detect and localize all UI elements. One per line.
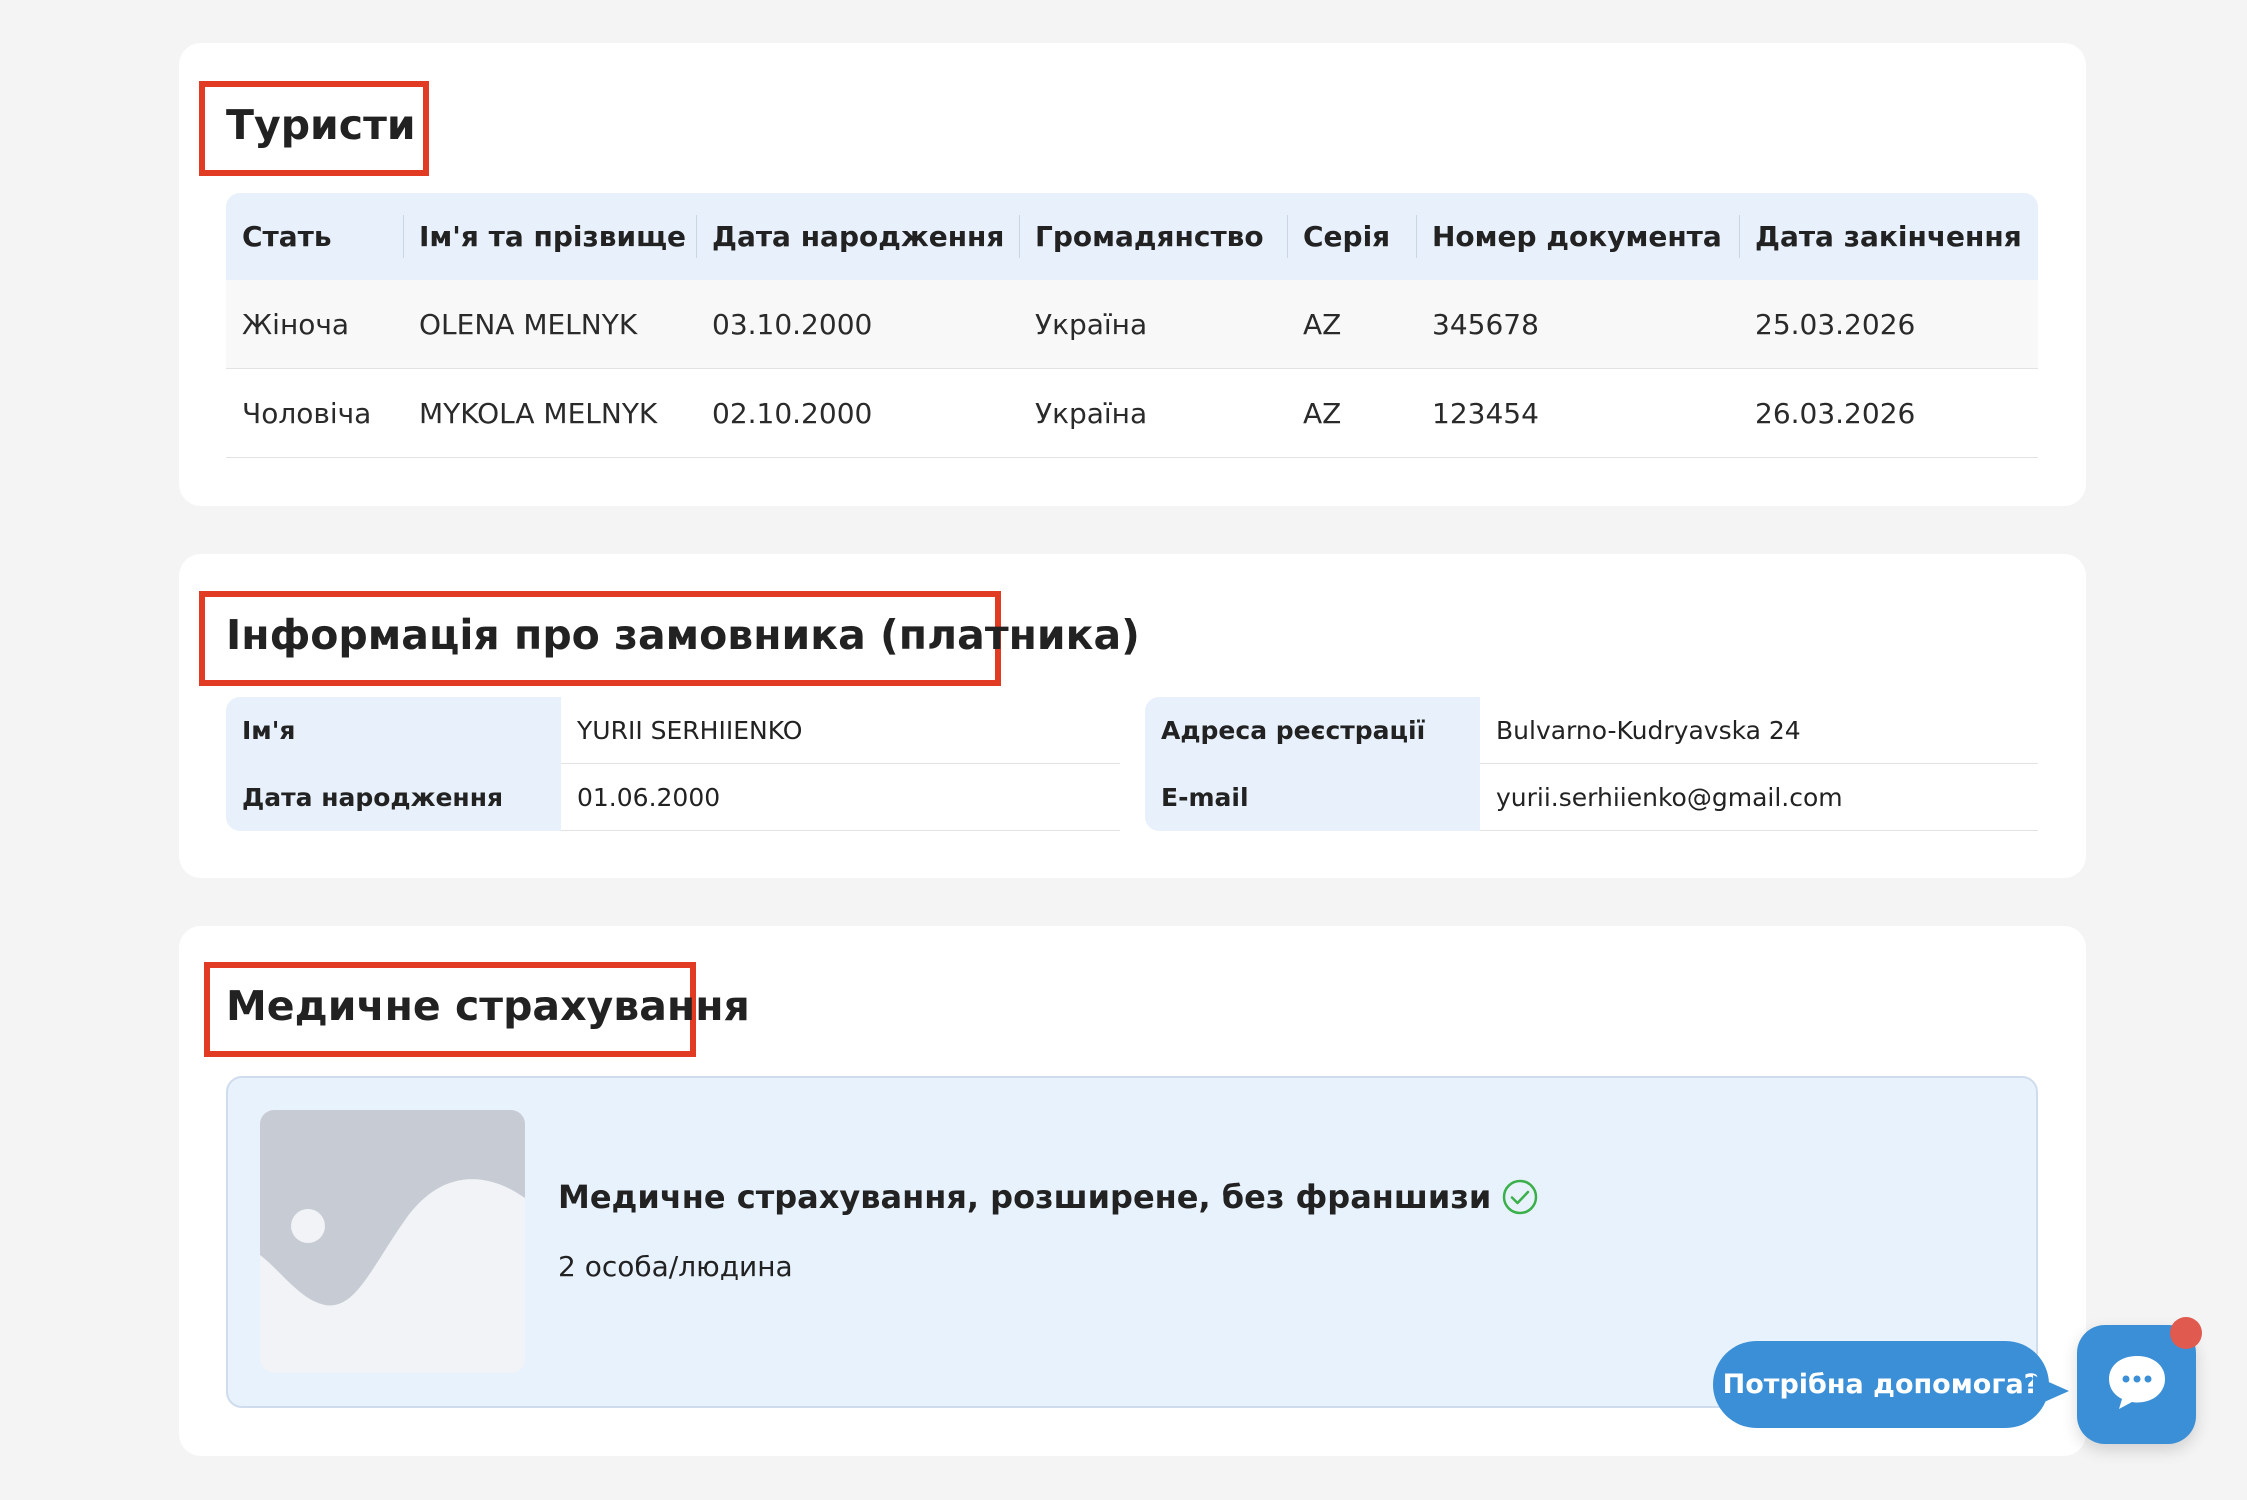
- tourists-card: Туристи Стать Ім'я та прізвище Дата наро…: [179, 43, 2086, 506]
- cell-series: AZ: [1287, 368, 1416, 458]
- cell-birthdate: 02.10.2000: [696, 368, 1019, 458]
- cell-name: MYKOLA MELNYK: [403, 368, 696, 458]
- payer-info-title: Інформація про замовника (платника): [226, 611, 1140, 659]
- info-row-name: Ім'я YURII SERHIIENKO: [226, 697, 1120, 764]
- info-value: 01.06.2000: [561, 764, 1120, 831]
- column-header-series: Серія: [1287, 193, 1416, 280]
- table-row: Жіноча OLENA MELNYK 03.10.2000 Україна A…: [226, 280, 2038, 369]
- product-name: Медичне страхування, розширене, без фран…: [558, 1178, 1492, 1216]
- payer-info-card: Інформація про замовника (платника) Ім'я…: [179, 554, 2086, 878]
- cell-gender: Жіноча: [226, 280, 403, 369]
- cell-expiry-date: 25.03.2026: [1739, 280, 2038, 369]
- column-header-expiry-date: Дата закінчення: [1739, 193, 2038, 280]
- chat-bubble-icon: [2105, 1352, 2169, 1417]
- info-row-address: Адреса реєстрації Bulvarno-Kudryavska 24: [1145, 697, 2038, 764]
- payer-info-right: Адреса реєстрації Bulvarno-Kudryavska 24…: [1145, 697, 2038, 831]
- help-button[interactable]: Потрібна допомога?: [1713, 1341, 2049, 1428]
- cell-series: AZ: [1287, 280, 1416, 369]
- info-row-email: E-mail yurii.serhiienko@gmail.com: [1145, 764, 2038, 831]
- help-pill-tail: [2033, 1375, 2069, 1407]
- cell-citizenship: Україна: [1019, 368, 1287, 458]
- notification-badge: [2170, 1317, 2202, 1349]
- cell-birthdate: 03.10.2000: [696, 280, 1019, 369]
- column-header-gender: Стать: [226, 193, 403, 280]
- column-header-name: Ім'я та прізвище: [403, 193, 696, 280]
- cell-document-number: 345678: [1416, 280, 1739, 369]
- tourists-title: Туристи: [226, 101, 416, 149]
- check-circle-icon: [1501, 1178, 1539, 1216]
- tourists-table: Стать Ім'я та прізвище Дата народження Г…: [226, 193, 2038, 458]
- table-header-row: Стать Ім'я та прізвище Дата народження Г…: [226, 193, 2038, 280]
- insurance-title: Медичне страхування: [226, 982, 750, 1030]
- info-label: Адреса реєстрації: [1145, 697, 1480, 764]
- payer-info-left: Ім'я YURII SERHIIENKO Дата народження 01…: [226, 697, 1120, 831]
- product-image-placeholder-icon: [260, 1110, 525, 1373]
- help-label: Потрібна допомога?: [1722, 1369, 2040, 1400]
- cell-name: OLENA MELNYK: [403, 280, 696, 369]
- cell-gender: Чоловіча: [226, 368, 403, 458]
- info-row-birthdate: Дата народження 01.06.2000: [226, 764, 1120, 831]
- cell-citizenship: Україна: [1019, 280, 1287, 369]
- info-label: Ім'я: [226, 697, 561, 764]
- info-value: yurii.serhiienko@gmail.com: [1480, 764, 2038, 831]
- column-header-document-number: Номер документа: [1416, 193, 1739, 280]
- info-label: Дата народження: [226, 764, 561, 831]
- info-label: E-mail: [1145, 764, 1480, 831]
- table-row: Чоловіча MYKOLA MELNYK 02.10.2000 Україн…: [226, 368, 2038, 458]
- column-header-birthdate: Дата народження: [696, 193, 1019, 280]
- info-value: YURII SERHIIENKO: [561, 697, 1120, 764]
- product-title: Медичне страхування, розширене, без фран…: [558, 1178, 1539, 1216]
- cell-document-number: 123454: [1416, 368, 1739, 458]
- cell-expiry-date: 26.03.2026: [1739, 368, 2038, 458]
- info-value: Bulvarno-Kudryavska 24: [1480, 697, 2038, 764]
- product-persons: 2 особа/людина: [558, 1250, 793, 1283]
- column-header-citizenship: Громадянство: [1019, 193, 1287, 280]
